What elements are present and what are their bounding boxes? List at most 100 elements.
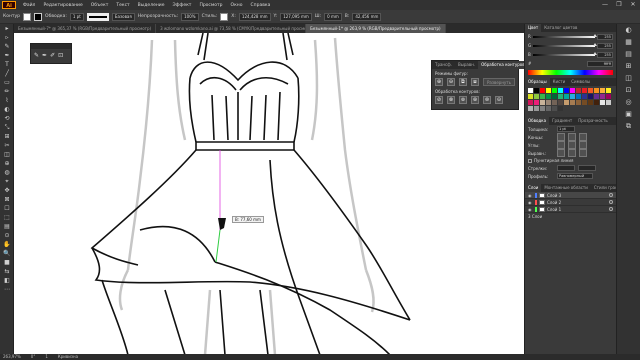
artboards-panel-icon[interactable]: ◫ <box>617 72 640 84</box>
butt-cap-button[interactable] <box>557 133 565 141</box>
color-swatch[interactable] <box>528 88 533 93</box>
draw-mode-icon[interactable]: ◧ <box>2 277 12 285</box>
exclude-button[interactable]: ⧈ <box>470 78 479 86</box>
layer-row[interactable]: ◉ Слой 3 <box>525 192 616 199</box>
symbols-panel-icon[interactable]: ⊡ <box>617 84 640 96</box>
menu-view[interactable]: Просмотр <box>195 3 226 8</box>
tab-swatches[interactable]: Образцы <box>525 78 550 86</box>
color-swatch[interactable] <box>552 88 557 93</box>
color-swatch[interactable] <box>540 94 545 99</box>
shaper-tool-icon[interactable]: ⌇ <box>2 97 12 105</box>
color-swatch[interactable] <box>558 100 563 105</box>
selection-tool-icon[interactable]: ▸ <box>2 25 12 33</box>
pen-icon[interactable]: ✒ <box>42 52 47 59</box>
eyedropper-tool-icon[interactable]: ⊠ <box>2 196 12 204</box>
libraries-panel-icon[interactable]: ⊞ <box>617 60 640 72</box>
color-swatch[interactable] <box>582 88 587 93</box>
minimize-button[interactable]: — <box>598 0 612 10</box>
color-swatch[interactable] <box>600 100 605 105</box>
perspective-tool-icon[interactable]: ◍ <box>2 169 12 177</box>
dashed-line-checkbox[interactable] <box>528 158 532 163</box>
menu-window[interactable]: Окно <box>227 3 247 8</box>
minus-back-button[interactable]: ⊝ <box>495 96 503 104</box>
layer-target-icon[interactable] <box>609 193 613 197</box>
x-field[interactable]: 124,428 mm <box>238 12 271 21</box>
unite-button[interactable]: ⊕ <box>435 78 443 86</box>
direct-selection-tool-icon[interactable]: ▹ <box>2 34 12 42</box>
b-value-field[interactable]: 255 <box>597 51 613 58</box>
rectangle-tool-icon[interactable]: ▭ <box>2 79 12 87</box>
tab-transparency[interactable]: Прозрачность <box>575 117 610 125</box>
scissors-tool-icon[interactable]: ✂ <box>2 142 12 150</box>
color-swatch[interactable] <box>606 94 611 99</box>
color-swatch[interactable] <box>606 100 611 105</box>
minus-front-button[interactable]: ⊖ <box>446 78 455 86</box>
swatches-panel-icon[interactable]: ▦ <box>617 36 640 48</box>
pencil-tool-icon[interactable]: ✎ <box>2 43 12 51</box>
rotate-tool-icon[interactable]: ⟲ <box>2 115 12 123</box>
square-cap-button[interactable] <box>579 133 587 141</box>
color-swatch[interactable] <box>588 94 593 99</box>
h-field[interactable]: 42,456 mm <box>352 12 382 21</box>
miter-join-button[interactable] <box>557 141 565 149</box>
menu-select[interactable]: Выделение <box>134 3 169 8</box>
properties-panel-icon[interactable]: ▤ <box>617 48 640 60</box>
align-inside-button[interactable] <box>568 149 576 157</box>
color-swatch[interactable] <box>546 100 551 105</box>
document-tab-1[interactable]: Безымянный-7* @ 365,37 % (RGB/Предварите… <box>14 24 157 33</box>
graphic-style-swatch[interactable] <box>220 12 229 21</box>
r-slider-knob[interactable] <box>593 33 597 37</box>
y-field[interactable]: 127,095 mm <box>280 12 312 21</box>
arrow-start-select[interactable] <box>557 165 575 171</box>
menu-edit[interactable]: Редактирование <box>39 3 86 8</box>
stroke-weight-field[interactable]: 1 pt <box>69 12 84 21</box>
type-tool-icon[interactable]: T <box>2 61 12 69</box>
intersect-button[interactable]: ⧉ <box>458 78 467 86</box>
w-field[interactable]: 0 mm <box>324 12 342 21</box>
brush-profile-field[interactable]: Базовая <box>111 12 135 21</box>
color-swatch[interactable] <box>558 94 563 99</box>
zoom-level[interactable]: 263,97% <box>3 354 21 360</box>
shape-builder-tool-icon[interactable]: ◫ <box>2 151 12 159</box>
color-swatch[interactable] <box>606 88 611 93</box>
b-slider-knob[interactable] <box>593 51 597 55</box>
round-cap-button[interactable] <box>568 133 576 141</box>
stroke-weight-input[interactable]: 1 pt <box>557 126 575 132</box>
blend-tool-icon[interactable]: ☐ <box>2 205 12 213</box>
color-swatch[interactable] <box>576 94 581 99</box>
zoom-tool-icon[interactable]: 🔍 <box>2 250 12 258</box>
visibility-eye-icon[interactable]: ◉ <box>528 193 533 198</box>
swap-fill-stroke-icon[interactable]: ⇆ <box>2 268 12 276</box>
r-value-field[interactable]: 255 <box>597 33 613 40</box>
scale-tool-icon[interactable]: ⤡ <box>2 124 12 132</box>
g-value-field[interactable]: 255 <box>597 42 613 49</box>
color-swatch[interactable] <box>546 88 551 93</box>
color-swatch[interactable] <box>582 94 587 99</box>
menu-effect[interactable]: Эффект <box>168 3 195 8</box>
expand-button[interactable]: Развернуть <box>482 78 515 86</box>
g-slider-track[interactable] <box>533 42 597 47</box>
layer-target-icon[interactable] <box>609 207 613 211</box>
color-swatch[interactable] <box>534 100 539 105</box>
opacity-field[interactable]: 100% <box>181 12 199 21</box>
color-swatch[interactable] <box>570 88 575 93</box>
color-swatch[interactable] <box>558 106 563 111</box>
blob-brush-tool-icon[interactable]: ◐ <box>2 106 12 114</box>
close-button[interactable]: ✕ <box>626 0 640 10</box>
color-swatch[interactable] <box>582 100 587 105</box>
tab-pathfinder[interactable]: Обработка контуров <box>478 61 528 69</box>
gradient-tool-icon[interactable]: ✥ <box>2 187 12 195</box>
tab-align[interactable]: Выравн. <box>455 61 478 69</box>
color-swatch[interactable] <box>588 100 593 105</box>
color-swatch[interactable] <box>576 100 581 105</box>
stroke-swatch[interactable] <box>34 12 43 21</box>
line-tool-icon[interactable]: ╱ <box>2 70 12 78</box>
color-panel-icon[interactable]: ◐ <box>617 24 640 36</box>
merge-button[interactable]: ⊚ <box>459 96 467 104</box>
color-swatch[interactable] <box>540 100 545 105</box>
color-swatch[interactable] <box>564 100 569 105</box>
tab-layers[interactable]: Слои <box>525 184 542 192</box>
hex-field[interactable]: ffffff <box>587 60 613 67</box>
color-swatch[interactable] <box>546 94 551 99</box>
color-swatch[interactable] <box>552 94 557 99</box>
